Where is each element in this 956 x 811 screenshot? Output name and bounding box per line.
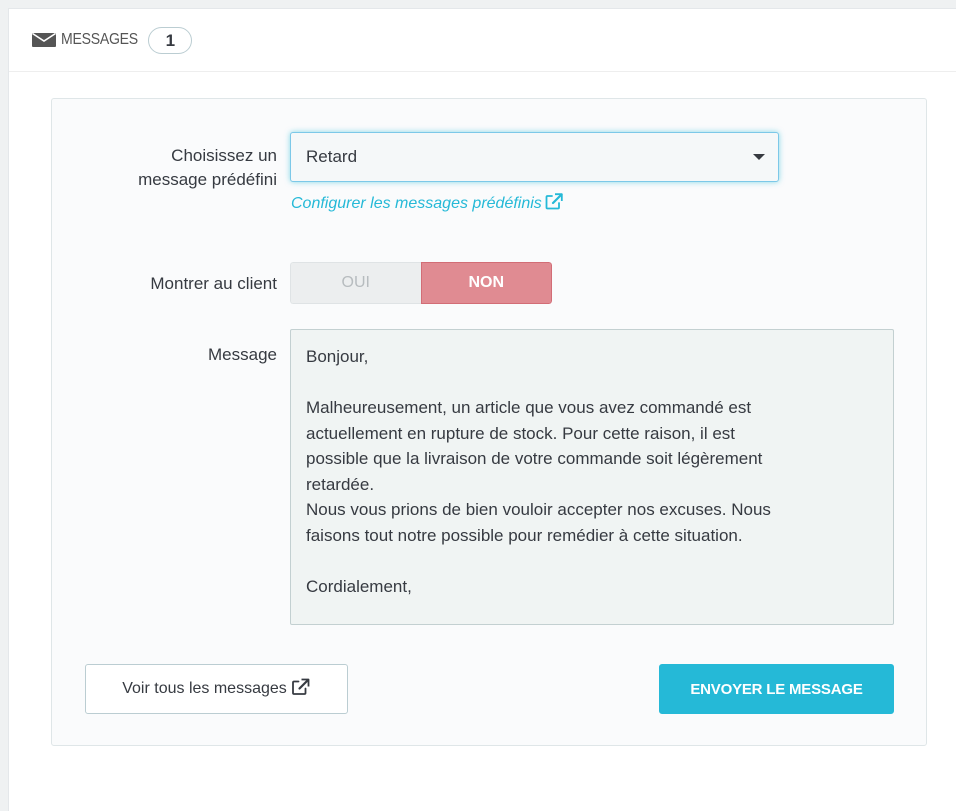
predefined-message-label: Choisissez un message prédéfini <box>69 144 277 192</box>
message-line <box>306 370 883 396</box>
configure-link-text: Configurer les messages prédéfinis <box>291 195 542 212</box>
switch-option-yes[interactable]: OUI <box>290 262 421 304</box>
external-link-icon <box>545 193 563 215</box>
predefined-message-value: Retard <box>306 147 358 166</box>
caret-down-icon <box>753 154 765 160</box>
panel-title: MESSAGES <box>61 31 138 48</box>
predefined-message-select[interactable]: Retard <box>290 132 779 182</box>
message-label: Message <box>208 345 277 364</box>
show-client-switch[interactable]: OUI NON <box>290 262 552 304</box>
message-line <box>306 548 883 574</box>
configure-predefined-messages-link[interactable]: Configurer les messages prédéfinis <box>291 193 563 215</box>
message-line: retardée. <box>306 474 375 494</box>
panel-heading: MESSAGES 1 <box>9 9 956 72</box>
switch-option-no[interactable]: NON <box>420 262 552 304</box>
show-client-label: Montrer au client <box>150 274 277 293</box>
message-line: Malheureusement, un article que vous ave… <box>306 398 752 417</box>
send-message-button[interactable]: ENVOYER LE MESSAGE <box>659 664 894 714</box>
message-line: Bonjour, <box>306 347 369 366</box>
view-all-label: Voir tous les messages <box>122 680 287 697</box>
message-textarea[interactable]: Bonjour, Malheureusement, un article que … <box>290 329 894 625</box>
message-line: Cordialement, <box>306 576 412 596</box>
message-line: possible que la livraison de votre comma… <box>306 449 763 468</box>
external-link-icon <box>291 678 311 701</box>
message-count-badge: 1 <box>148 26 193 54</box>
message-line: Nous vous prions de bien vouloir accepte… <box>306 500 771 519</box>
message-line: faisons tout notre possible pour remédie… <box>306 525 743 545</box>
view-all-messages-button[interactable]: Voir tous les messages <box>85 664 348 714</box>
envelope-icon <box>31 32 57 48</box>
predefined-label-line1: Choisissez un <box>171 146 277 165</box>
messages-panel: MESSAGES 1 Choisissez un message prédéfi… <box>8 8 956 811</box>
predefined-label-line2: message prédéfini <box>138 170 277 189</box>
message-line: actuellement en rupture de stock. Pour c… <box>306 423 736 443</box>
